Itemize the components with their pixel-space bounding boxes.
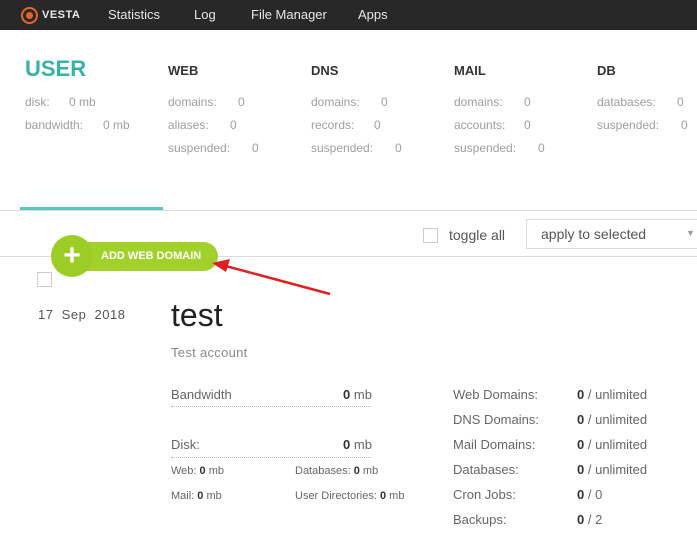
disk-label: Disk:: [171, 437, 200, 452]
arrow-shaft: [221, 263, 331, 296]
usage-value: 0: [353, 465, 360, 477]
entry-description: Test account: [171, 345, 248, 360]
backups-label: Backups:: [453, 512, 507, 527]
usage-unit: mb: [389, 490, 405, 502]
usage-label: User Directories:: [295, 490, 377, 502]
bandwidth-label: Bandwidth: [171, 387, 232, 402]
disk-user-directories-usage: User Directories: 0 mb: [295, 490, 404, 502]
usage-unit: mb: [208, 465, 225, 477]
stat-limit: / 2: [587, 512, 603, 527]
disk-web-usage: Web: 0 mb: [171, 465, 224, 477]
disk-bar: [171, 457, 371, 458]
disk-databases-usage: Databases: 0 mb: [295, 465, 378, 477]
databases-label: Databases:: [453, 462, 519, 477]
stat-value: 0: [577, 387, 585, 402]
row-checkbox[interactable]: [37, 272, 52, 287]
stat-value: 0: [577, 462, 585, 477]
stat-limit: / unlimited: [587, 462, 648, 477]
usage-label: Web:: [171, 465, 197, 477]
bandwidth-value: 0: [343, 387, 351, 402]
mail-domains-value-group: 0 / unlimited: [577, 437, 647, 452]
databases-value-group: 0 / unlimited: [577, 462, 647, 477]
web-domains-label: Web Domains:: [453, 387, 539, 402]
usage-label: Mail:: [171, 490, 195, 502]
stat-value: 0: [577, 437, 585, 452]
stat-value: 0: [577, 412, 585, 427]
entry-username[interactable]: test: [171, 297, 223, 334]
stat-limit: / unlimited: [587, 412, 648, 427]
usage-value: 0: [199, 465, 206, 477]
stat-limit: / unlimited: [587, 387, 648, 402]
web-domains-value-group: 0 / unlimited: [577, 387, 647, 402]
stat-limit: / unlimited: [587, 437, 648, 452]
stat-limit: / 0: [587, 487, 603, 502]
disk-mail-usage: Mail: 0 mb: [171, 490, 222, 502]
bandwidth-bar: [171, 406, 371, 407]
disk-value-group: 0 mb: [343, 437, 372, 452]
dns-domains-label: DNS Domains:: [453, 412, 539, 427]
arrow-head: [212, 259, 230, 272]
bandwidth-value-group: 0 mb: [343, 387, 372, 402]
entry-date: 17 Sep 2018: [38, 307, 126, 322]
bandwidth-unit: mb: [353, 387, 372, 402]
disk-value: 0: [343, 437, 351, 452]
stat-value: 0: [577, 512, 585, 527]
usage-label: Databases:: [295, 465, 351, 477]
disk-unit: mb: [353, 437, 372, 452]
cron-jobs-label: Cron Jobs:: [453, 487, 516, 502]
usage-unit: mb: [206, 490, 222, 502]
backups-value-group: 0 / 2: [577, 512, 602, 527]
usage-unit: mb: [362, 465, 379, 477]
usage-value: 0: [379, 490, 387, 502]
dns-domains-value-group: 0 / unlimited: [577, 412, 647, 427]
usage-value: 0: [197, 490, 204, 502]
stat-value: 0: [577, 487, 585, 502]
cron-jobs-value-group: 0 / 0: [577, 487, 602, 502]
mail-domains-label: Mail Domains:: [453, 437, 536, 452]
